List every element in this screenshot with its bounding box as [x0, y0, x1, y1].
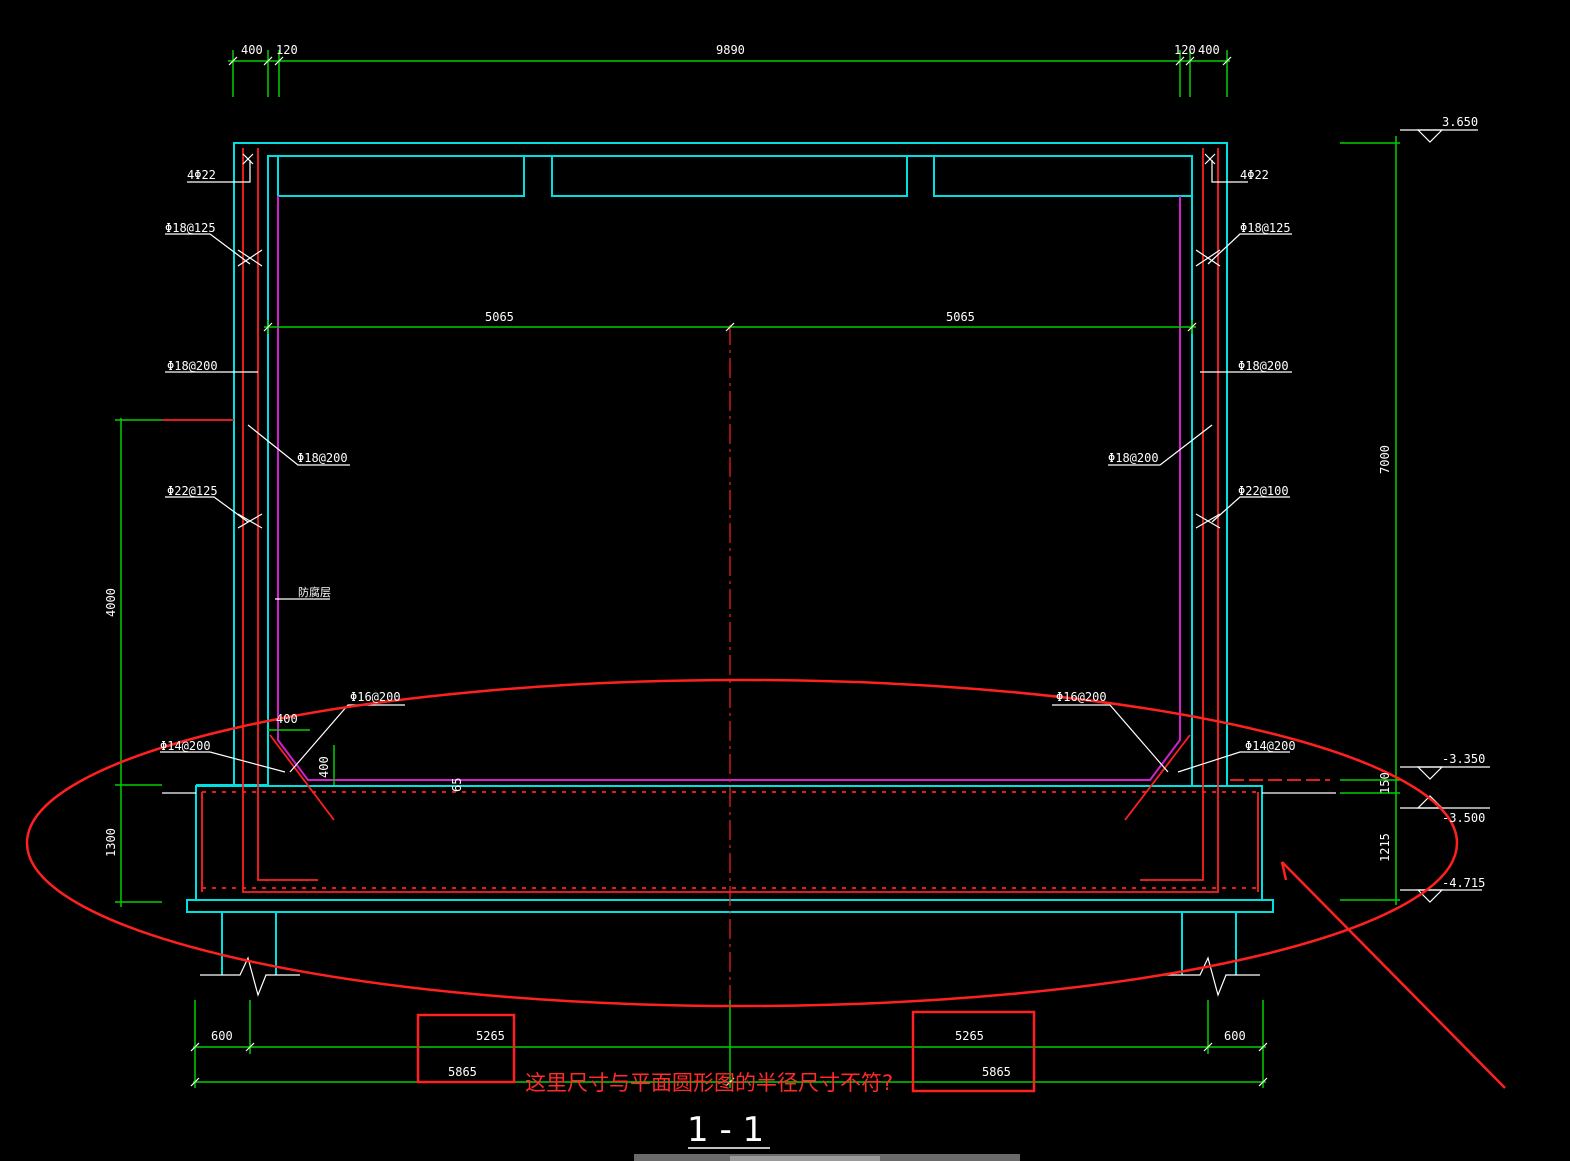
tick-marks — [190, 56, 1268, 1087]
dim-top-span: 9890 — [716, 43, 745, 57]
lining-label: 防腐层 — [298, 585, 331, 599]
cad-canvas: 400 120 9890 120 400 5065 5065 3.650 -3.… — [0, 0, 1570, 1161]
dim-bottom-right-outer: 5865 — [982, 1065, 1011, 1079]
leader-lines — [160, 153, 1336, 997]
rebar-right-r2: Φ18@200 — [1238, 359, 1289, 373]
rebar-right-r4: Φ22@100 — [1238, 484, 1289, 498]
dim-top-left-outer: 400 — [241, 43, 263, 57]
rebar-left-r1: Φ18@125 — [165, 221, 216, 235]
dim-gap-65: 65 — [450, 778, 464, 792]
dim-right-150: 150 — [1378, 772, 1392, 794]
elev-bottom: -4.715 — [1442, 876, 1485, 890]
rebar-right-r3: Φ18@200 — [1108, 451, 1159, 465]
rebar-right-base: Φ14@200 — [1245, 739, 1296, 753]
section-title: 1 - 1 — [687, 1110, 764, 1150]
dim-left-4000: 4000 — [104, 588, 118, 617]
highlight-ellipse — [25, 678, 1459, 1008]
rebar-left-haunch: Φ16@200 — [350, 690, 401, 704]
dim-bottom-left-outer: 5865 — [448, 1065, 477, 1079]
dim-bottom-left-inner: 5265 — [476, 1029, 505, 1043]
dim-bottom-right-inner: 5265 — [955, 1029, 984, 1043]
dim-top-left-inner: 120 — [276, 43, 298, 57]
rebar-left-corner: 4Φ22 — [187, 168, 216, 182]
rebar-left-r2: Φ18@200 — [167, 359, 218, 373]
markup-arrow — [1281, 861, 1506, 1089]
rebar-left-r4: Φ22@125 — [167, 484, 218, 498]
review-annotation: 这里尺寸与平面圆形图的半径尺寸不符? — [525, 1071, 893, 1095]
dim-right-1215: 1215 — [1378, 833, 1392, 862]
highlight-box-right — [911, 1010, 1036, 1093]
viewport-edge-inner — [730, 1156, 880, 1161]
dim-right-total: 7000 — [1378, 445, 1392, 474]
rebar-right-r1: Φ18@125 — [1240, 221, 1291, 235]
dim-mid-left: 5065 — [485, 310, 514, 324]
dim-haunch-h: 400 — [276, 712, 298, 726]
rebar-right-haunch: Φ16@200 — [1056, 690, 1107, 704]
dim-mid-right: 5065 — [946, 310, 975, 324]
section-drawing: 400 120 9890 120 400 5065 5065 3.650 -3.… — [25, 43, 1506, 1161]
dim-bottom-left-overhang: 600 — [211, 1029, 233, 1043]
rebar-left-base: Φ14@200 — [160, 739, 211, 753]
dim-top-right-outer: 400 — [1198, 43, 1220, 57]
dim-top-right-inner: 120 — [1174, 43, 1196, 57]
elev-top: 3.650 — [1442, 115, 1478, 129]
lining-layer — [277, 196, 1181, 781]
dim-bottom-right-overhang: 600 — [1224, 1029, 1246, 1043]
dim-haunch-v: 400 — [317, 756, 331, 778]
elev-slab-top: -3.350 — [1442, 752, 1485, 766]
dim-left-1300: 1300 — [104, 828, 118, 857]
rebar-right-corner: 4Φ22 — [1240, 168, 1269, 182]
dimension-lines — [115, 50, 1400, 1088]
elev-base-top: -3.500 — [1442, 811, 1485, 825]
rebar-left-r3: Φ18@200 — [297, 451, 348, 465]
